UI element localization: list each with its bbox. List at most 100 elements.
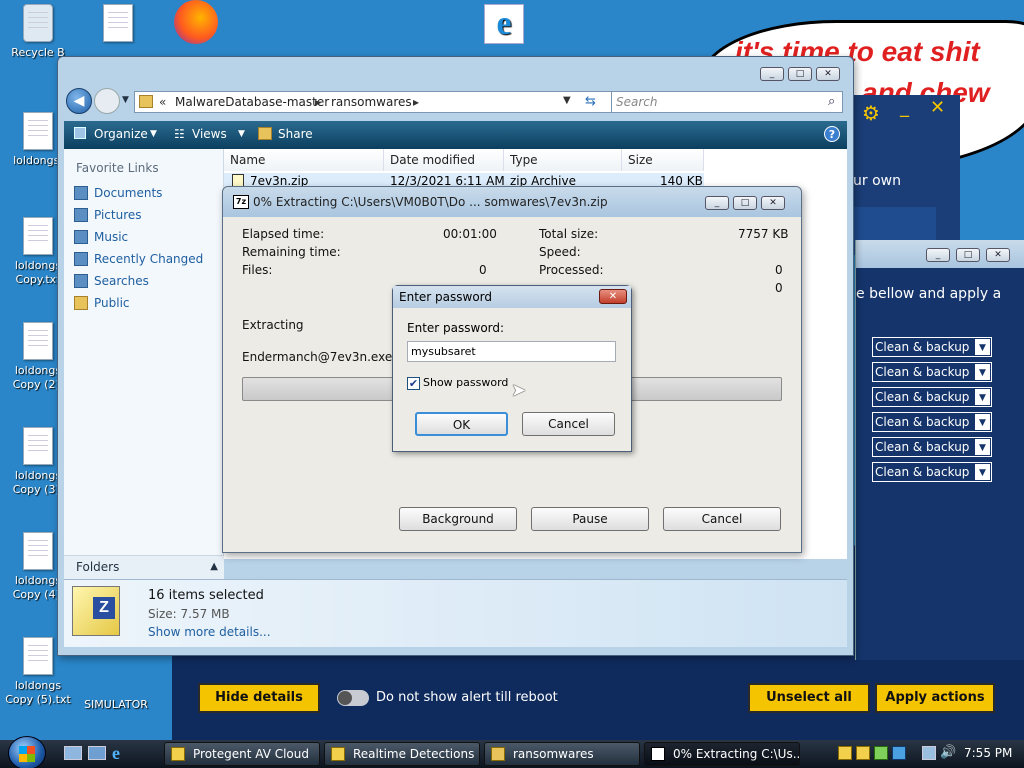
cancel-button[interactable]: Cancel <box>522 412 615 436</box>
elapsed-time-label: Elapsed time: <box>242 227 325 241</box>
tray-app-icon[interactable] <box>838 746 852 760</box>
mouse-cursor-icon: ➤ <box>511 380 527 401</box>
volume-icon[interactable]: 🔊 <box>940 745 956 760</box>
start-button[interactable] <box>8 736 46 768</box>
realtime-detections-window: _ □ ✕ e bellow and apply a Clean & backu… <box>855 240 1024 660</box>
selection-count: 16 items selected <box>148 588 264 603</box>
organize-button[interactable]: Organize <box>94 127 148 141</box>
minimize-button[interactable]: _ <box>705 196 729 210</box>
internet-explorer-icon[interactable]: e <box>112 743 120 764</box>
address-dropdown-icon[interactable]: ▼ <box>563 95 571 106</box>
alert-toggle[interactable] <box>337 690 369 706</box>
breadcrumb-separator-icon[interactable]: ▸ <box>315 95 321 109</box>
show-password-checkbox[interactable]: ✔ <box>407 377 420 390</box>
maximize-button[interactable]: □ <box>788 67 812 81</box>
chevron-up-icon: ▲ <box>210 561 218 572</box>
desktop-icon-firefox[interactable] <box>158 0 234 46</box>
action-select[interactable]: Clean & backup ▼ <box>872 412 992 432</box>
taskbar-item-label: ransomwares <box>513 747 594 761</box>
pause-button[interactable]: Pause <box>531 507 649 531</box>
taskbar-item-realtime-detections[interactable]: Realtime Detections <box>324 742 480 766</box>
taskbar-item-extracting[interactable]: 0% Extracting C:\Us... <box>644 742 800 766</box>
organize-chevron-icon[interactable]: ▼ <box>150 129 157 139</box>
action-select[interactable]: Clean & backup ▼ <box>872 337 992 357</box>
history-chevron-icon[interactable]: ▼ <box>122 95 129 105</box>
action-select[interactable]: Clean & backup ▼ <box>872 462 992 482</box>
windows-logo-icon <box>19 746 35 762</box>
taskbar-item-ransomwares[interactable]: ransomwares <box>484 742 640 766</box>
chevron-down-icon: ▼ <box>975 364 990 380</box>
search-icon[interactable]: ⌕ <box>828 94 835 109</box>
close-icon[interactable]: ✕ <box>930 97 945 118</box>
nav-link-documents[interactable]: Documents <box>94 186 162 200</box>
minimize-button[interactable]: _ <box>760 67 784 81</box>
action-select-value: Clean & backup <box>875 340 970 354</box>
column-header-date-modified[interactable]: Date modified <box>384 149 504 171</box>
help-icon[interactable]: ? <box>824 126 840 142</box>
tray-app-icon[interactable] <box>892 746 906 760</box>
nav-link-recently-changed[interactable]: Recently Changed <box>94 252 203 266</box>
window-title: 0% Extracting C:\Users\VM0B0T\Do ... som… <box>253 195 608 209</box>
taskbar-item-protegent[interactable]: Protegent AV Cloud <box>164 742 320 766</box>
text-file-icon <box>22 427 54 467</box>
action-select-value: Clean & backup <box>875 465 970 479</box>
breadcrumb-separator-icon[interactable]: ▸ <box>413 95 419 109</box>
show-more-details-link[interactable]: Show more details... <box>148 625 271 639</box>
desktop-icon-internet-explorer[interactable]: e <box>466 4 542 46</box>
gear-icon[interactable]: ⚙ <box>862 101 880 125</box>
show-desktop-icon[interactable] <box>64 746 82 760</box>
nav-link-music[interactable]: Music <box>94 230 128 244</box>
cancel-extract-button[interactable]: Cancel <box>663 507 781 531</box>
tray-app-icon[interactable] <box>874 746 888 760</box>
views-chevron-icon[interactable]: ▼ <box>238 129 245 139</box>
refresh-icon[interactable]: ⇆ <box>585 94 596 109</box>
close-button[interactable]: ✕ <box>986 248 1010 262</box>
search-input[interactable]: Search <box>611 91 843 113</box>
desktop-icon-file[interactable] <box>80 4 156 46</box>
network-icon[interactable] <box>922 746 936 760</box>
dialog-title: Enter password <box>399 290 492 304</box>
address-bar[interactable]: « MalwareDatabase-master ▸ ransomwares ▸… <box>134 91 634 113</box>
hide-details-button[interactable]: Hide details <box>198 683 320 713</box>
column-header-type[interactable]: Type <box>504 149 622 171</box>
tray-app-icon[interactable] <box>856 746 870 760</box>
nav-link-public[interactable]: Public <box>94 296 130 310</box>
ok-button[interactable]: OK <box>415 412 508 436</box>
maximize-button[interactable]: □ <box>733 196 757 210</box>
nav-link-pictures[interactable]: Pictures <box>94 208 142 222</box>
close-button[interactable]: ✕ <box>816 67 840 81</box>
column-header-name[interactable]: Name <box>224 149 384 171</box>
action-select[interactable]: Clean & backup ▼ <box>872 362 992 382</box>
share-button[interactable]: Share <box>278 127 313 141</box>
breadcrumb-item[interactable]: ransomwares <box>331 95 412 109</box>
forward-button[interactable] <box>94 88 120 114</box>
minimize-button[interactable]: _ <box>926 248 950 262</box>
desktop-icon-recycle-bin[interactable]: Recycle B <box>0 4 76 60</box>
clock[interactable]: 7:55 PM <box>964 746 1012 760</box>
action-select[interactable]: Clean & backup ▼ <box>872 437 992 457</box>
password-input[interactable] <box>407 341 616 362</box>
close-button[interactable]: ✕ <box>761 196 785 210</box>
views-button[interactable]: Views <box>192 127 227 141</box>
back-button[interactable]: ◀ <box>66 88 92 114</box>
action-select[interactable]: Clean & backup ▼ <box>872 387 992 407</box>
music-icon <box>74 230 88 244</box>
breadcrumb-item[interactable]: MalwareDatabase-master <box>175 95 329 109</box>
searches-icon <box>74 274 88 288</box>
apply-actions-button[interactable]: Apply actions <box>875 683 995 713</box>
folders-toggle[interactable]: Folders ▲ <box>64 555 224 579</box>
column-header-size[interactable]: Size <box>622 149 704 171</box>
7zip-icon: 7z <box>233 195 249 209</box>
maximize-button[interactable]: □ <box>956 248 980 262</box>
switch-windows-icon[interactable] <box>88 746 106 760</box>
breadcrumb-overflow-icon[interactable]: « <box>159 95 166 109</box>
close-button[interactable]: ✕ <box>599 289 627 304</box>
chevron-down-icon: ▼ <box>975 439 990 455</box>
taskbar-item-label: Realtime Detections <box>353 747 475 761</box>
background-button[interactable]: Background <box>399 507 517 531</box>
minimize-icon[interactable]: _ <box>900 97 909 118</box>
nav-link-searches[interactable]: Searches <box>94 274 149 288</box>
desktop-icon-simulator[interactable]: SIMULATOR <box>78 698 154 712</box>
text-file-icon <box>22 112 54 152</box>
unselect-all-button[interactable]: Unselect all <box>748 683 870 713</box>
